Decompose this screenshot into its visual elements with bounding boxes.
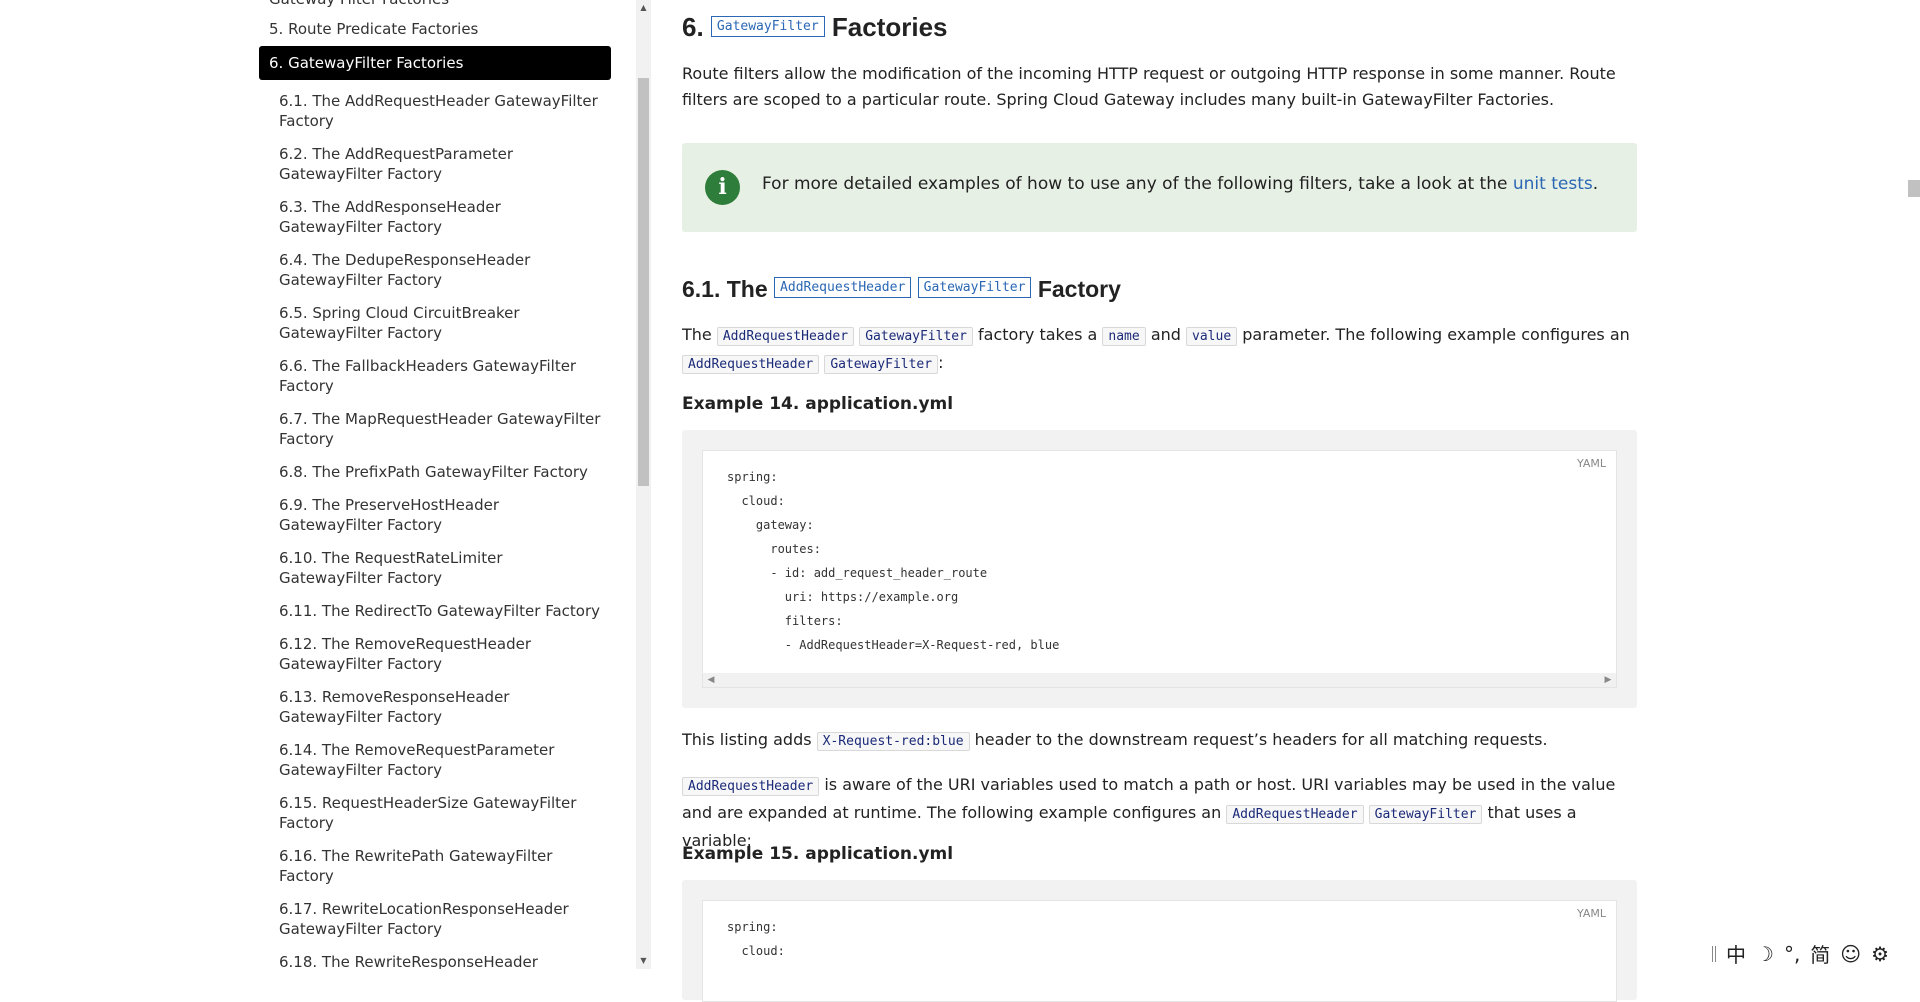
inline-code: name [1102, 327, 1146, 346]
code-line: gateway: [727, 518, 814, 532]
toc-item[interactable]: 5. Route Predicate Factories [259, 16, 611, 46]
toc-item[interactable]: 6.4. The DedupeResponseHeader GatewayFil… [259, 247, 611, 300]
inline-code: X-Request-red:blue [816, 732, 970, 751]
code-line: uri: https://example.org [727, 590, 959, 604]
unit-tests-link[interactable]: unit tests [1513, 174, 1593, 194]
p1-text: : [938, 353, 944, 372]
toc-item[interactable]: 6.18. The RewriteResponseHeader GatewayF… [259, 949, 611, 969]
scroll-up-arrow-icon[interactable]: ▲ [638, 2, 649, 14]
section-title-suffix: Factories [831, 12, 948, 42]
toc-item[interactable]: 6.8. The PrefixPath GatewayFilter Factor… [259, 459, 611, 492]
note-text: For more detailed examples of how to use… [762, 174, 1598, 194]
heading-code-gatewayfilter: GatewayFilter [710, 15, 825, 37]
code-line: cloud: [727, 944, 785, 958]
inline-code: AddRequestHeader [716, 327, 855, 346]
toc-item[interactable]: 6. GatewayFilter Factories [259, 46, 611, 80]
ime-simplified-icon[interactable]: 简 [1810, 939, 1830, 968]
inline-code: GatewayFilter [1368, 805, 1483, 824]
subsection-heading: 6.1. The AddRequestHeader GatewayFilter … [682, 276, 1121, 303]
code-lines: spring: cloud: gateway: routes: - id: ad… [703, 451, 1616, 657]
ime-toolbar: 中 ☽ °, 简 ☺ ⚙ [1712, 940, 1918, 967]
code-language-label: YAML [1576, 457, 1606, 470]
toc-list: Gateway Filter Factories 5. Route Predic… [259, 0, 611, 969]
toc-item[interactable]: 6.9. The PreserveHostHeader GatewayFilte… [259, 492, 611, 545]
toc-item[interactable]: 6.2. The AddRequestParameter GatewayFilt… [259, 141, 611, 194]
code-line: cloud: [727, 494, 785, 508]
p2-text: This listing adds [682, 730, 812, 749]
ime-punctuation-icon[interactable]: °, [1784, 942, 1800, 966]
scroll-left-arrow-icon[interactable]: ◀ [705, 673, 717, 687]
code-line: filters: [727, 614, 843, 628]
note-text-body: For more detailed examples of how to use… [762, 174, 1513, 194]
example-15-title: Example 15. application.yml [682, 844, 954, 864]
note-admonition: i For more detailed examples of how to u… [682, 143, 1637, 232]
sidebar-toc: Gateway Filter Factories 5. Route Predic… [0, 0, 634, 969]
code-line: spring: [727, 470, 778, 484]
subsection-suffix: Factory [1037, 276, 1121, 302]
code-line: - AddRequestHeader=X-Request-red, blue [727, 638, 1060, 652]
page-scroll-thumb[interactable] [1908, 180, 1920, 197]
toc-item[interactable]: 6.17. RewriteLocationResponseHeader Gate… [259, 896, 611, 949]
ime-drag-handle[interactable] [1712, 945, 1716, 962]
toc-item[interactable]: 6.11. The RedirectTo GatewayFilter Facto… [259, 598, 611, 631]
sidebar-scrollbar[interactable]: ▲ ▼ [636, 0, 651, 969]
toc-item[interactable]: 6.14. The RemoveRequestParameter Gateway… [259, 737, 611, 790]
ime-emoji-icon[interactable]: ☺ [1840, 942, 1861, 966]
toc-item[interactable]: 6.15. RequestHeaderSize GatewayFilter Fa… [259, 790, 611, 843]
p1-text: The [682, 325, 712, 344]
section-intro: Route filters allow the modification of … [682, 64, 1616, 109]
code-line: - id: add_request_header_route [727, 566, 988, 580]
toc-item[interactable]: 6.1. The AddRequestHeader GatewayFilter … [259, 88, 611, 141]
p1-text: parameter. The following example configu… [1242, 325, 1630, 344]
heading-code-gatewayfilter-2: GatewayFilter [917, 277, 1032, 299]
toc-item[interactable]: 6.5. Spring Cloud CircuitBreaker Gateway… [259, 300, 611, 353]
inline-code: GatewayFilter [824, 355, 939, 374]
page-scrollbar[interactable] [1905, 0, 1920, 969]
section-number: 6. [682, 12, 704, 42]
code-listing-15: YAML spring: cloud: [682, 880, 1637, 1002]
toc-item[interactable]: 6.6. The FallbackHeaders GatewayFilter F… [259, 353, 611, 406]
toc-item[interactable]: 6.3. The AddResponseHeader GatewayFilter… [259, 194, 611, 247]
subsection-paragraph-3: AddRequestHeader is aware of the URI var… [682, 772, 1637, 854]
code-block[interactable]: YAML spring: cloud: gateway: routes: - i… [702, 450, 1617, 688]
inline-code: AddRequestHeader [682, 777, 820, 796]
toc-item[interactable]: 6.12. The RemoveRequestHeader GatewayFil… [259, 631, 611, 684]
code-listing-14: YAML spring: cloud: gateway: routes: - i… [682, 430, 1637, 708]
toc-item[interactable]: 6.13. RemoveResponseHeader GatewayFilter… [259, 684, 611, 737]
sidebar-scroll-thumb[interactable] [638, 78, 649, 486]
code-line: routes: [727, 542, 821, 556]
subsection-paragraph-2: This listing adds X-Request-red:blue hea… [682, 727, 1637, 755]
toc-item-partial[interactable]: Gateway Filter Factories [259, 0, 611, 16]
toc-item[interactable]: 6.16. The RewritePath GatewayFilter Fact… [259, 843, 611, 896]
toc-item[interactable]: 6.7. The MapRequestHeader GatewayFilter … [259, 406, 611, 459]
scroll-right-arrow-icon[interactable]: ▶ [1602, 673, 1614, 687]
section-heading: 6. GatewayFilter Factories [682, 12, 948, 43]
p1-text: and [1150, 325, 1181, 344]
code-block[interactable]: YAML spring: cloud: [702, 900, 1617, 1002]
inline-code: GatewayFilter [859, 327, 973, 346]
note-text-end: . [1592, 174, 1599, 194]
inline-code: value [1186, 327, 1238, 346]
ime-moon-icon[interactable]: ☽ [1756, 942, 1774, 966]
toc-item[interactable]: 6.10. The RequestRateLimiter GatewayFilt… [259, 545, 611, 598]
p2-text: header to the downstream request’s heade… [974, 730, 1548, 749]
code-language-label: YAML [1576, 907, 1606, 920]
code-line: spring: [727, 920, 778, 934]
p1-text: factory takes a [978, 325, 1098, 344]
subsection-paragraph-1: The AddRequestHeader GatewayFilter facto… [682, 322, 1637, 378]
inline-code: AddRequestHeader [682, 355, 820, 374]
ime-settings-icon[interactable]: ⚙ [1871, 942, 1889, 966]
code-horizontal-scrollbar[interactable]: ◀ ▶ [703, 673, 1616, 687]
heading-code-addrequestheader: AddRequestHeader [774, 277, 912, 299]
example-14-title: Example 14. application.yml [682, 394, 954, 414]
info-icon: i [705, 170, 740, 205]
inline-code: AddRequestHeader [1226, 805, 1364, 824]
ime-chinese-mode-icon[interactable]: 中 [1726, 939, 1746, 968]
code-lines: spring: cloud: [703, 901, 1616, 963]
scroll-down-arrow-icon[interactable]: ▼ [638, 955, 649, 967]
subsection-prefix: 6.1. The [682, 276, 768, 302]
